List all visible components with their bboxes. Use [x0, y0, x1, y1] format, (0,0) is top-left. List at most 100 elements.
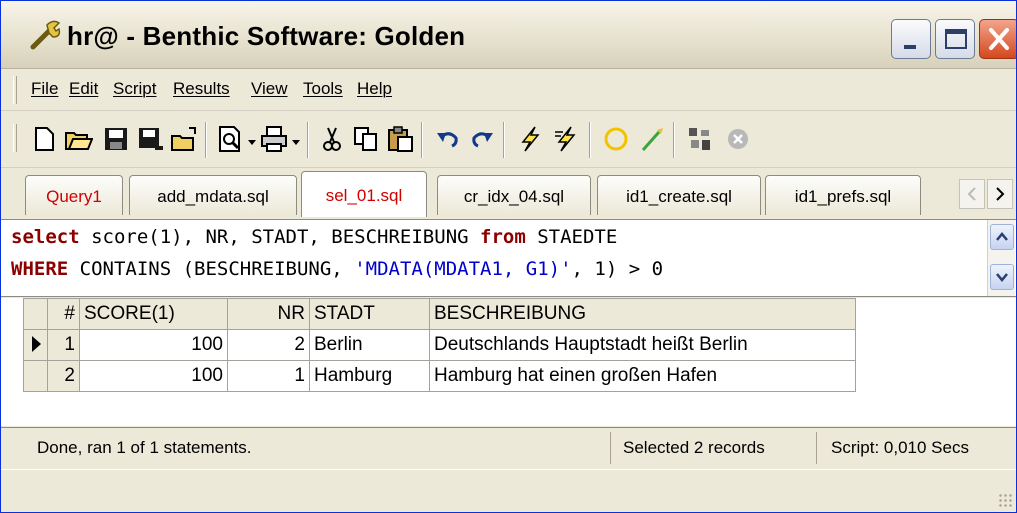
- redo-icon[interactable]: [467, 124, 497, 154]
- tab-scroll-right-button[interactable]: [987, 179, 1013, 209]
- column-header-score[interactable]: SCORE(1): [79, 298, 228, 330]
- menu-bar: File Edit Script Results View Tools Help: [1, 69, 1016, 111]
- menu-view[interactable]: View: [251, 79, 288, 99]
- cell-beschreibung[interactable]: Deutschlands Hauptstadt heißt Berlin: [429, 329, 856, 361]
- scroll-down-button[interactable]: [990, 264, 1014, 290]
- chevron-down-icon[interactable]: [289, 124, 303, 154]
- toolbar-grip[interactable]: [13, 124, 17, 152]
- menu-tools[interactable]: Tools: [303, 79, 343, 99]
- toolbar: [1, 112, 1016, 168]
- menu-results[interactable]: Results: [173, 79, 230, 99]
- tab-cr-idx-04[interactable]: cr_idx_04.sql: [437, 175, 591, 215]
- current-row-indicator: [23, 329, 48, 361]
- row-number: 1: [47, 329, 80, 361]
- keyword: from: [480, 226, 526, 248]
- toolbar-separator: [673, 122, 675, 158]
- column-header-beschreibung[interactable]: BESCHREIBUNG: [429, 298, 856, 330]
- cell-stadt[interactable]: Berlin: [309, 329, 430, 361]
- open-recent-icon[interactable]: [169, 124, 199, 154]
- preview-icon[interactable]: [215, 124, 245, 154]
- tab-scroll-left-button[interactable]: [959, 179, 985, 209]
- scroll-up-button[interactable]: [990, 224, 1014, 250]
- tab-id1-prefs[interactable]: id1_prefs.sql: [765, 175, 921, 215]
- keyword: select: [11, 226, 80, 248]
- string-literal: 'MDATA(MDATA1, G1)': [354, 258, 572, 280]
- execute-icon[interactable]: [515, 124, 545, 154]
- script-tabs: Query1 add_mdata.sql sel_01.sql cr_idx_0…: [1, 169, 1016, 219]
- secondary-status-bar: [1, 469, 1016, 512]
- cell-score[interactable]: 100: [79, 360, 228, 392]
- results-grid-pane: # SCORE(1) NR STADT BESCHREIBUNG 1 100 2…: [1, 298, 1016, 426]
- menu-script[interactable]: Script: [113, 79, 156, 99]
- minimize-icon: [904, 45, 916, 49]
- toolbar-separator: [421, 122, 423, 158]
- toolbar-separator: [503, 122, 505, 158]
- save-icon[interactable]: [101, 124, 131, 154]
- editor-scrollbar[interactable]: [987, 220, 1015, 296]
- app-window: hr@ - Benthic Software: Golden File Edit…: [0, 0, 1017, 513]
- chevron-down-icon: [996, 273, 1008, 282]
- grid-header-row: # SCORE(1) NR STADT BESCHREIBUNG: [23, 298, 856, 330]
- code-text: score(1), NR, STADT, BESCHREIBUNG: [79, 226, 481, 248]
- rollback-icon[interactable]: [637, 124, 667, 154]
- cell-stadt[interactable]: Hamburg: [309, 360, 430, 392]
- close-button[interactable]: [979, 19, 1016, 59]
- close-icon: [989, 28, 1009, 50]
- code-text: CONTAINS (BESCHREIBUNG,: [68, 258, 355, 280]
- resize-grip-icon[interactable]: [998, 493, 1012, 507]
- table-row[interactable]: 1 100 2 Berlin Deutschlands Hauptstadt h…: [23, 329, 856, 361]
- cell-nr[interactable]: 2: [227, 329, 310, 361]
- tab-add-mdata[interactable]: add_mdata.sql: [129, 175, 297, 215]
- menu-help[interactable]: Help: [357, 79, 392, 99]
- cut-icon[interactable]: [317, 124, 347, 154]
- status-bar: Done, ran 1 of 1 statements. Selected 2 …: [1, 427, 1016, 467]
- tab-query1[interactable]: Query1: [25, 175, 123, 215]
- column-header-rownum[interactable]: #: [47, 298, 80, 330]
- explain-icon[interactable]: [685, 124, 715, 154]
- chevron-left-icon: [967, 187, 976, 201]
- toolbar-separator: [589, 122, 591, 158]
- menu-edit[interactable]: Edit: [69, 79, 98, 99]
- status-message: Done, ran 1 of 1 statements.: [37, 432, 611, 464]
- row-indicator: [23, 360, 48, 392]
- execute-step-icon[interactable]: [551, 124, 581, 154]
- chevron-down-icon[interactable]: [245, 124, 259, 154]
- cell-beschreibung[interactable]: Hamburg hat einen großen Hafen: [429, 360, 856, 392]
- code-line-1: select score(1), NR, STADT, BESCHREIBUNG…: [11, 226, 617, 248]
- toolbar-separator: [205, 122, 207, 158]
- row-pointer-icon: [32, 335, 41, 352]
- paste-icon[interactable]: [385, 124, 415, 154]
- sql-editor[interactable]: select score(1), NR, STADT, BESCHREIBUNG…: [1, 219, 1016, 297]
- cell-nr[interactable]: 1: [227, 360, 310, 392]
- undo-icon[interactable]: [433, 124, 463, 154]
- row-indicator-header: [23, 298, 48, 330]
- print-icon[interactable]: [259, 124, 289, 154]
- code-line-2: WHERE CONTAINS (BESCHREIBUNG, 'MDATA(MDA…: [11, 258, 663, 280]
- table-row[interactable]: 2 100 1 Hamburg Hamburg hat einen großen…: [23, 360, 856, 392]
- stop-icon[interactable]: [723, 124, 753, 154]
- save-all-icon[interactable]: [135, 124, 165, 154]
- code-text: , 1) > 0: [571, 258, 664, 280]
- column-header-stadt[interactable]: STADT: [309, 298, 430, 330]
- status-selected-records: Selected 2 records: [623, 432, 817, 464]
- column-header-nr[interactable]: NR: [227, 298, 310, 330]
- open-icon[interactable]: [63, 124, 93, 154]
- toolbar-separator: [307, 122, 309, 158]
- title-bar[interactable]: hr@ - Benthic Software: Golden: [1, 1, 1016, 69]
- wrench-icon: [30, 20, 61, 50]
- commit-circle-icon[interactable]: [601, 124, 631, 154]
- chevron-right-icon: [996, 187, 1005, 201]
- maximize-button[interactable]: [935, 19, 975, 59]
- keyword: WHERE: [11, 258, 69, 280]
- chevron-up-icon: [996, 232, 1008, 241]
- new-icon[interactable]: [29, 124, 59, 154]
- row-number: 2: [47, 360, 80, 392]
- minimize-button[interactable]: [891, 19, 931, 59]
- menu-file[interactable]: File: [31, 79, 58, 99]
- status-script-time: Script: 0,010 Secs: [831, 438, 969, 457]
- tab-sel-01[interactable]: sel_01.sql: [301, 171, 427, 217]
- tab-id1-create[interactable]: id1_create.sql: [597, 175, 761, 215]
- copy-icon[interactable]: [351, 124, 381, 154]
- menubar-grip[interactable]: [13, 76, 17, 104]
- cell-score[interactable]: 100: [79, 329, 228, 361]
